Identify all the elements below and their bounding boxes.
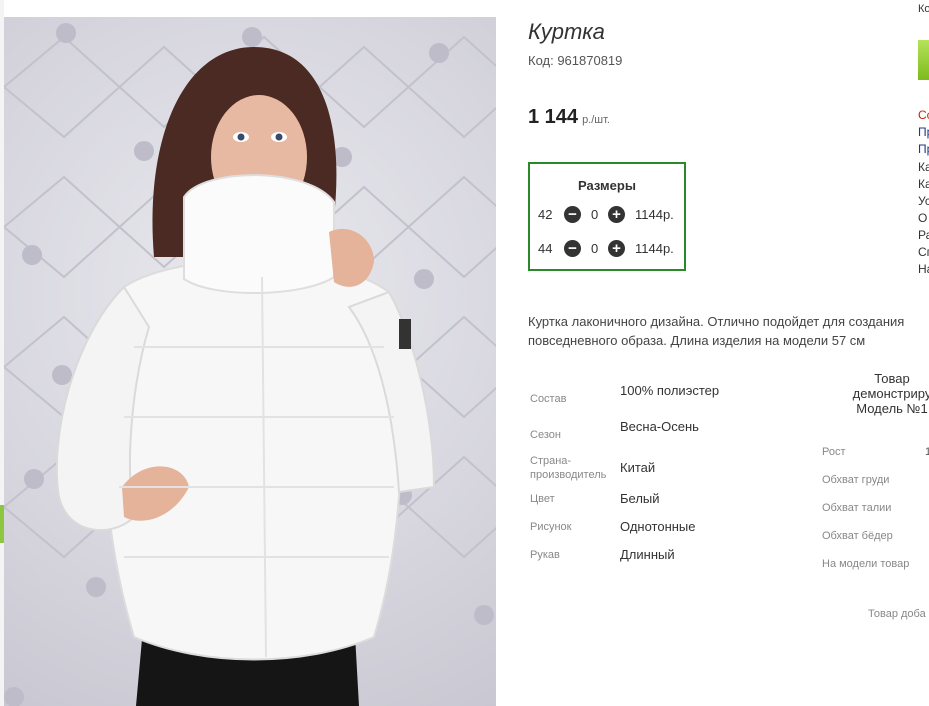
cart-button[interactable]	[918, 40, 929, 80]
right-link[interactable]: Ка	[918, 160, 929, 174]
model-header-line: Товар	[874, 371, 910, 386]
sizes-header: Размеры	[578, 178, 636, 193]
property-label: Рисунок	[530, 521, 572, 533]
sizes-panel: Размеры 42 − 0 + 1144р. 44 − 0 + 1144р.	[528, 162, 686, 271]
minus-icon[interactable]: −	[564, 240, 581, 257]
size-label: 42	[538, 207, 553, 222]
property-label: Состав	[530, 393, 567, 405]
model-row-label: Обхват груди	[822, 474, 890, 486]
product-title: Куртка	[528, 19, 605, 44]
right-sidebar-cutoff: Ко Сс Пр Пр Ка Ка Ус О Ра Сп На	[918, 0, 929, 706]
right-link[interactable]: Сс	[918, 108, 929, 122]
model-header-line: Модель №1	[856, 401, 928, 416]
jacket-photo-illustration	[4, 23, 496, 706]
size-price: 1144р.	[635, 241, 674, 256]
product-price: 1 144 р./шт.	[528, 106, 610, 129]
minus-icon[interactable]: −	[564, 206, 581, 223]
price-value: 1 144	[528, 106, 579, 128]
right-link[interactable]: Ус	[918, 194, 929, 208]
size-qty: 0	[591, 207, 599, 222]
property-value: Весна-Осень	[620, 419, 699, 434]
size-qty: 0	[591, 241, 599, 256]
property-value: Однотонные	[620, 519, 696, 534]
right-top-text: Ко	[918, 3, 929, 15]
property-label: Сезон	[530, 429, 561, 441]
right-link[interactable]: Сп	[918, 245, 929, 259]
price-unit: р./шт.	[582, 114, 610, 126]
right-link[interactable]: Ка	[918, 177, 929, 191]
size-label: 44	[538, 241, 553, 256]
model-row-label: Рост	[822, 446, 846, 458]
model-row-label: На модели товар	[822, 558, 910, 570]
model-header-line: демонстриру	[852, 386, 929, 401]
model-row-label: Обхват талии	[822, 502, 892, 514]
property-label: Рукав	[530, 549, 560, 561]
product-code: Код: 961870819	[528, 53, 623, 68]
property-label: Страна-производитель	[530, 455, 607, 481]
right-link[interactable]: На	[918, 262, 929, 276]
right-link[interactable]: О	[918, 211, 927, 225]
plus-icon[interactable]: +	[608, 206, 625, 223]
plus-icon[interactable]: +	[608, 240, 625, 257]
property-value: Белый	[620, 491, 660, 506]
model-row-label: Обхват бёдер	[822, 530, 893, 542]
size-price: 1144р.	[635, 207, 674, 222]
property-value: Китай	[620, 460, 656, 475]
property-value: 100% полиэстер	[620, 383, 720, 398]
right-link[interactable]: Пр	[918, 125, 929, 139]
model-header: Товар демонстриру Модель №1	[822, 371, 929, 416]
right-link[interactable]: Пр	[918, 142, 929, 156]
product-description: Куртка лаконичного дизайна. Отлично подо…	[528, 314, 905, 348]
right-link[interactable]: Ра	[918, 228, 929, 242]
property-value: Длинный	[620, 547, 675, 562]
property-label: Цвет	[530, 493, 555, 505]
product-photo[interactable]	[4, 17, 496, 706]
